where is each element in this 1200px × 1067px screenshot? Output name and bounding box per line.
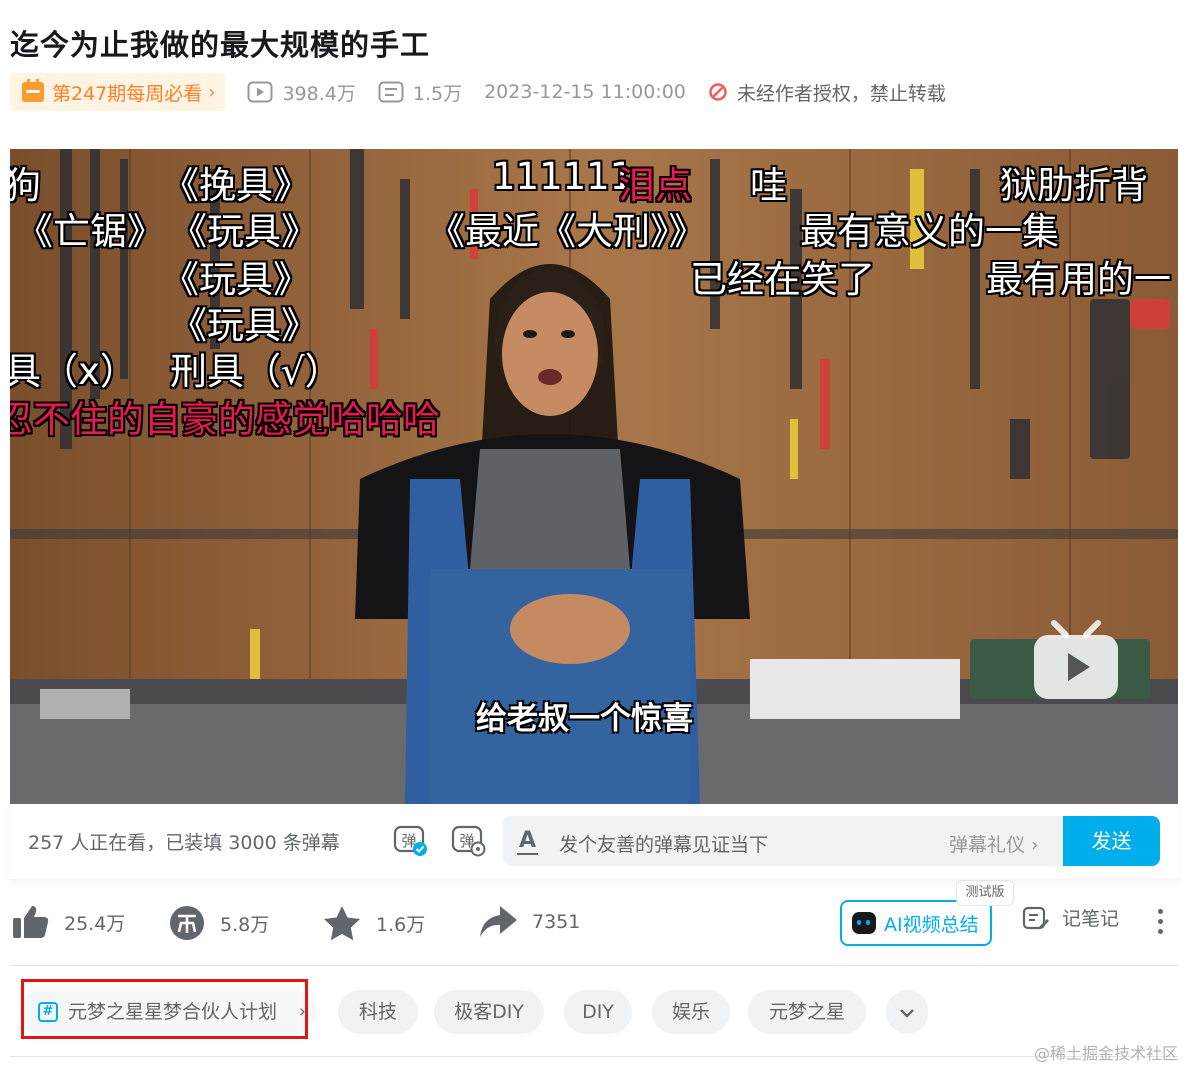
watching-info: 257 人正在看，已装填 3000 条弹幕 [28,832,340,854]
favorite-count: 1.6万 [376,913,426,936]
chevron-right-icon: › [208,81,216,103]
tag-item[interactable]: 元梦之星 [748,990,866,1034]
like-count: 25.4万 [64,912,126,935]
ai-summary-button[interactable]: AI视频总结 [840,900,992,946]
tag-item[interactable]: 科技 [338,990,418,1034]
tag-item[interactable]: 极客DIY [434,990,544,1034]
share-button[interactable]: 7351 [478,904,580,940]
video-player[interactable]: 狗 《挽具》 111111 泪点 哇 狱肋折背 《亡锯》 《玩具》 《最近《大刑… [10,149,1178,804]
coin-icon [170,906,204,940]
danmaku-item: 具（x） [10,350,137,393]
play-count-value: 398.4万 [282,82,356,105]
thumbs-up-icon [13,906,49,938]
danmaku-count: 1.5万 [378,79,462,106]
danmaku-item: 刑具（√） [170,350,342,393]
danmaku-item: 111111 [492,155,634,198]
danmaku-icon [378,81,404,103]
copyright-text: 未经作者授权，禁止转载 [736,82,946,105]
weekly-badge-label: 第247期每周必看 [52,82,203,105]
coin-count: 5.8万 [220,913,270,936]
weekly-badge[interactable]: 第247期每周必看 › [10,73,226,111]
video-actions: 25.4万 5.8万 1.6万 7351 AI视频总结 测试版 记笔记 [10,880,1178,952]
danmaku-item: 《亡锯》 [16,210,164,253]
video-title: 迄今为止我做的最大规模的手工 [10,28,431,62]
note-edit-icon [1022,906,1049,929]
bilibili-tv-logo-icon [1034,620,1118,699]
danmaku-item: 最有意义的一集 [800,210,1059,253]
play-count: 398.4万 [247,79,356,106]
share-arrow-icon [480,906,517,937]
beta-badge: 测试版 [956,880,1014,906]
send-danmaku-button[interactable]: 发送 [1063,816,1160,866]
danmaku-item: 忍不住的自豪的感觉哈哈哈 [10,398,440,441]
danmaku-item: 最有用的一 [986,258,1171,301]
divider [10,1056,1178,1057]
notes-button[interactable]: 记笔记 [1022,904,1119,931]
danmaku-item: 已经在笑了 [690,258,875,301]
watermark: @稀土掘金技术社区 [1034,1044,1179,1063]
more-options-icon[interactable] [1152,906,1168,936]
danmaku-settings-icon[interactable]: 弹 [450,822,486,858]
danmaku-item: 《最近《大刑》》 [428,210,706,253]
text-style-icon[interactable]: A [516,828,539,855]
video-subtitle: 给老叔一个惊喜 [476,701,693,737]
favorite-button[interactable]: 1.6万 [322,904,425,942]
notes-label: 记笔记 [1062,908,1120,930]
danmaku-item: 《玩具》 [170,210,318,253]
divider [10,965,1178,966]
share-count: 7351 [532,911,581,933]
danmaku-item: 哇 [750,164,787,207]
expand-tags-button[interactable] [886,990,928,1034]
ai-summary-label: AI视频总结 [884,913,979,936]
forbidden-icon [709,83,727,101]
danmaku-bar: 257 人正在看，已装填 3000 条弹幕 弹 弹 A 发个友善的弹幕见证当下 … [10,804,1178,880]
robot-icon [852,912,876,934]
calendar-icon [22,79,44,102]
danmaku-count-value: 1.5万 [412,82,463,105]
copyright-notice: 未经作者授权，禁止转载 [708,79,946,106]
video-meta: 第247期每周必看 › 398.4万 1.5万 2023-12-15 11:00… [10,72,1190,112]
danmaku-input-placeholder[interactable]: 发个友善的弹幕见证当下 [559,830,768,857]
like-button[interactable]: 25.4万 [12,904,125,940]
publish-time: 2023-12-15 11:00:00 [484,81,686,103]
chevron-down-icon [900,1009,914,1018]
star-icon [324,906,360,941]
tag-item[interactable]: DIY [564,990,632,1034]
danmaku-input-box[interactable]: A 发个友善的弹幕见证当下 弹幕礼仪 › [503,816,1160,866]
danmaku-etiquette-link[interactable]: 弹幕礼仪 › [949,830,1039,857]
coin-button[interactable]: 5.8万 [168,904,269,942]
tag-item[interactable]: 娱乐 [652,990,730,1034]
highlight-box [21,979,308,1039]
danmaku-toggle-icon[interactable]: 弹 [392,822,428,858]
play-icon [247,81,273,103]
